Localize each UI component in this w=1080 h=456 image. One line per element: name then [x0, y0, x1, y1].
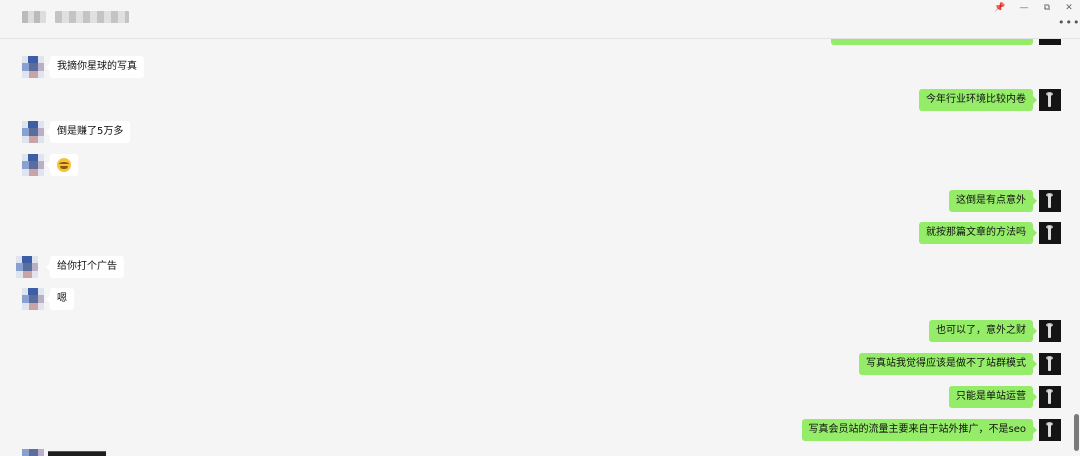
avatar-self[interactable] — [1039, 39, 1061, 45]
contact-avatar-blurred — [22, 11, 46, 23]
avatar-self[interactable] — [1039, 222, 1061, 244]
more-options-button[interactable]: ••• — [1058, 17, 1079, 29]
message-bubble[interactable]: 写真会员站的流量主要来自于站外推广，不是seo — [801, 419, 1038, 441]
avatar-contact[interactable] — [22, 449, 44, 456]
avatar-contact[interactable] — [22, 288, 44, 310]
avatar-self[interactable] — [1039, 386, 1061, 408]
message-row — [22, 154, 222, 176]
pin-icon[interactable]: 📌 — [994, 3, 1006, 13]
message-row: 今年行业环境比较内卷 — [0, 89, 1061, 111]
message-bubble-partial — [831, 39, 1033, 45]
message-bubble[interactable]: 也可以了，意外之财 — [929, 320, 1037, 342]
message-bubble[interactable]: 给你打个广告 — [46, 256, 124, 278]
title-bar: 📌 — ⧉ ✕ ••• — [0, 0, 1080, 39]
message-bubble[interactable]: 我摘你星球的写真 — [46, 56, 144, 78]
maximize-button[interactable]: ⧉ — [1041, 3, 1053, 13]
avatar-contact[interactable] — [22, 121, 44, 143]
avatar-self[interactable] — [1039, 89, 1061, 111]
message-bubble[interactable]: 就按那篇文章的方法吗 — [919, 222, 1037, 244]
message-row: 只能是单站运营 — [0, 386, 1061, 408]
message-bubble[interactable] — [46, 154, 78, 176]
message-row: 给你打个广告 — [16, 256, 222, 278]
message-row: 就按那篇文章的方法吗 — [0, 222, 1061, 244]
message-bubble[interactable]: 嗯 — [46, 288, 74, 310]
avatar-self[interactable] — [1039, 353, 1061, 375]
chat-message-area[interactable]: 我摘你星球的写真 今年行业环境比较内卷 倒是赚了5万多 这倒是有点意外 就按那篇… — [0, 39, 1080, 456]
chat-scrollbar[interactable] — [1074, 414, 1079, 451]
message-row: 写真会员站的流量主要来自于站外推广，不是seo — [0, 419, 1061, 441]
message-row: 嗯 — [22, 288, 222, 310]
message-bubble[interactable]: 倒是赚了5万多 — [45, 121, 131, 143]
message-bubble[interactable]: 今年行业环境比较内卷 — [919, 89, 1037, 111]
avatar-self[interactable] — [1039, 190, 1061, 212]
minimize-button[interactable]: — — [1018, 3, 1030, 13]
message-row: 这倒是有点意外 — [0, 190, 1061, 212]
message-row: 也可以了，意外之财 — [0, 320, 1061, 342]
chat-title-blurred — [55, 11, 129, 23]
message-bubble[interactable]: 写真站我觉得应该是做不了站群模式 — [859, 353, 1037, 375]
avatar-contact[interactable] — [22, 154, 44, 176]
message-row: 写真站我觉得应该是做不了站群模式 — [0, 353, 1061, 375]
avatar-self[interactable] — [1039, 320, 1061, 342]
avatar-self[interactable] — [1039, 419, 1061, 441]
message-bubble[interactable]: 只能是单站运营 — [949, 386, 1037, 408]
message-row: 倒是赚了5万多 — [22, 121, 222, 143]
grinning-emoji-icon — [57, 158, 71, 172]
message-bubble[interactable]: 这倒是有点意外 — [949, 190, 1037, 212]
image-message-partial[interactable] — [48, 451, 106, 456]
avatar-contact[interactable] — [16, 256, 38, 278]
close-button[interactable]: ✕ — [1063, 3, 1075, 13]
avatar-contact[interactable] — [22, 56, 44, 78]
message-row: 我摘你星球的写真 — [22, 56, 222, 78]
